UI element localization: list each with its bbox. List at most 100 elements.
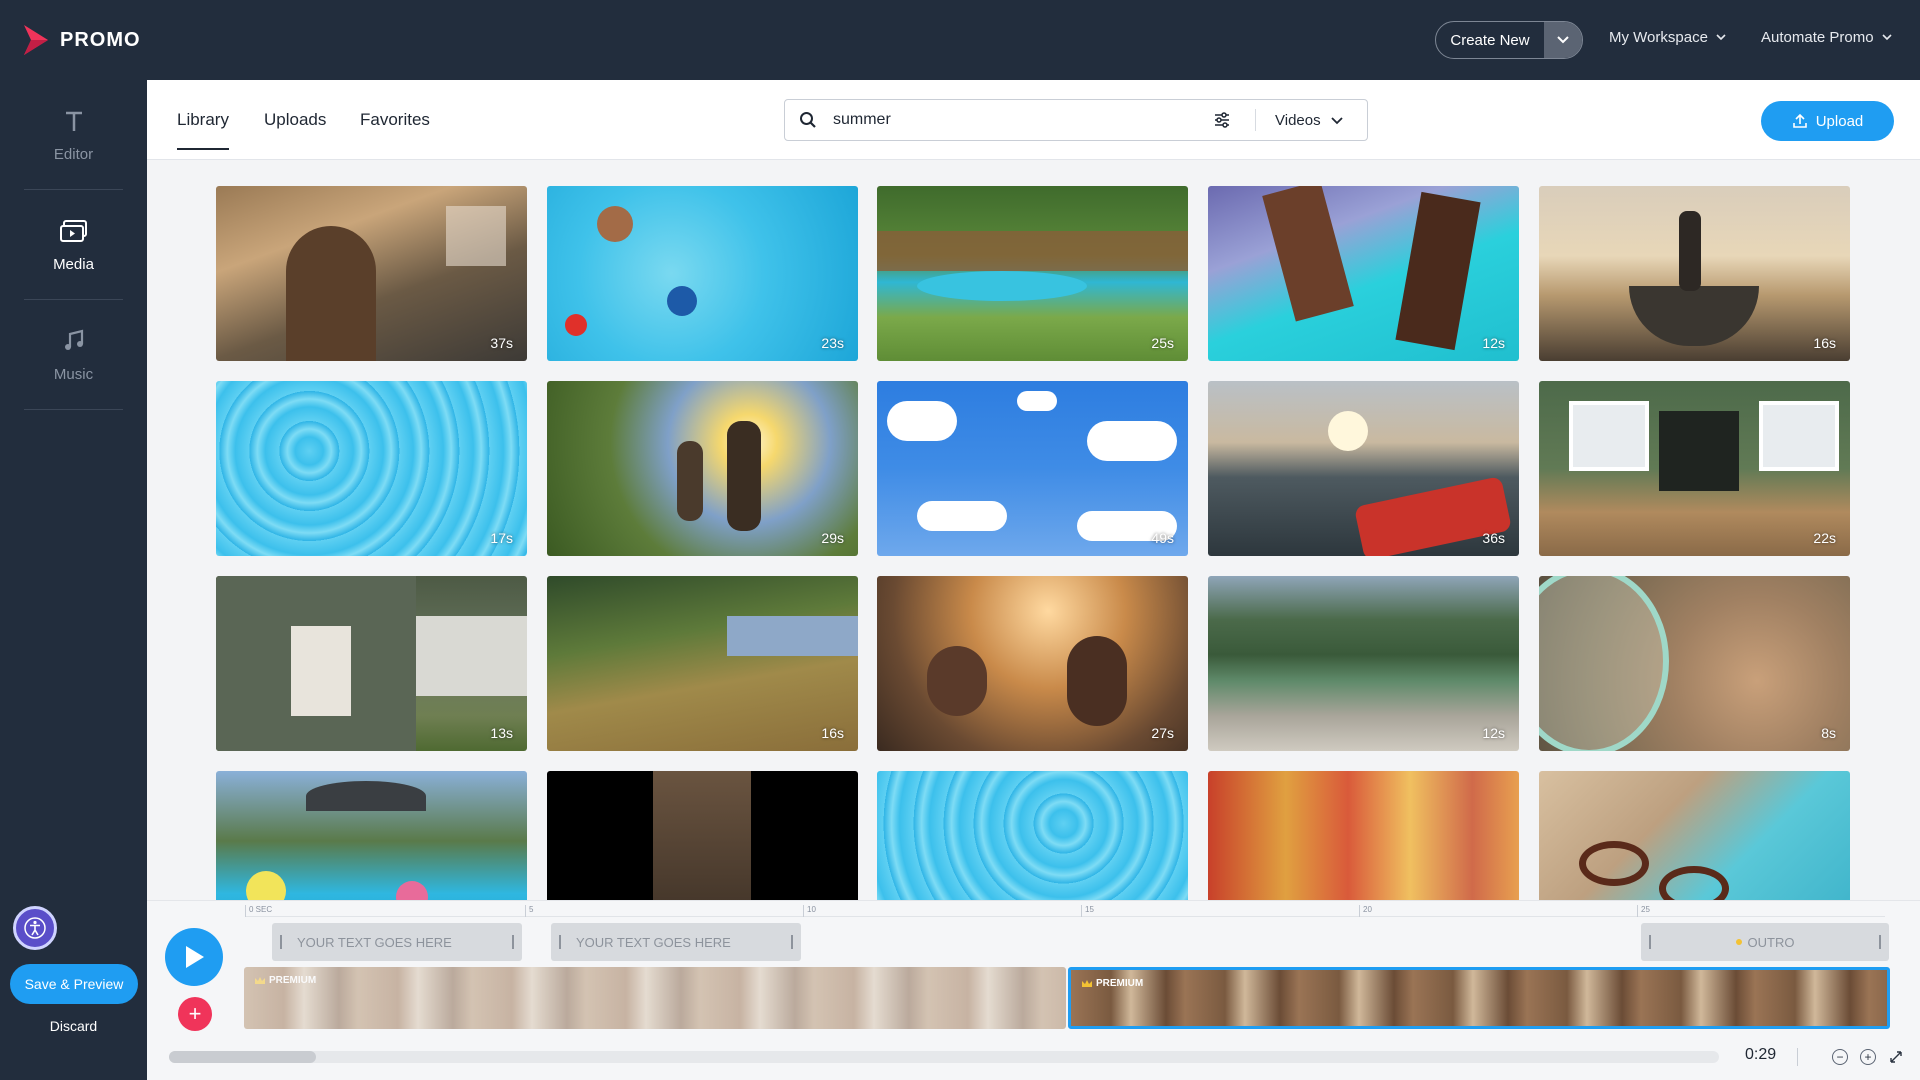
- brand-name: PROMO: [60, 28, 141, 51]
- duration-label: 16s: [1813, 335, 1836, 351]
- chevron-down-icon: [1716, 34, 1726, 41]
- save-preview-button[interactable]: Save & Preview: [10, 964, 138, 1004]
- clip-frames: [1071, 970, 1887, 1026]
- duration-label: 23s: [821, 335, 844, 351]
- accessibility-button[interactable]: [13, 906, 57, 950]
- ruler-tick: 5: [525, 905, 533, 917]
- media-thumbnail[interactable]: [547, 771, 858, 900]
- clip-frames: [244, 967, 1066, 1029]
- upload-label[interactable]: Upload: [1816, 113, 1864, 130]
- duration-label: 22s: [1813, 530, 1836, 546]
- sidebar-item-editor[interactable]: Editor: [24, 80, 123, 190]
- scrollbar-thumb[interactable]: [169, 1051, 317, 1063]
- media-thumbnail[interactable]: 17s: [216, 381, 527, 556]
- create-new-button[interactable]: Create New: [1435, 21, 1583, 59]
- create-new-label[interactable]: Create New: [1436, 22, 1544, 58]
- add-clip-button[interactable]: +: [178, 997, 212, 1031]
- search-input[interactable]: [833, 100, 1213, 140]
- text-clip[interactable]: YOUR TEXT GOES HERE: [272, 923, 522, 961]
- media-thumbnail[interactable]: 22s: [1539, 381, 1850, 556]
- outro-clip[interactable]: OUTRO: [1641, 923, 1889, 961]
- media-thumbnail[interactable]: 37s: [216, 186, 527, 361]
- media-type-value[interactable]: Videos: [1275, 112, 1321, 129]
- media-grid: 37s 23s 25s 12s 16s 17s 29s 49s 36s 22s …: [147, 160, 1920, 900]
- tab-library[interactable]: Library: [177, 110, 229, 150]
- logo[interactable]: PROMO: [22, 22, 141, 58]
- tab-favorites[interactable]: Favorites: [360, 110, 430, 130]
- media-thumbnail[interactable]: [877, 771, 1188, 900]
- music-icon: [59, 326, 89, 356]
- media-thumbnail[interactable]: 12s: [1208, 186, 1519, 361]
- divider: [1255, 109, 1256, 131]
- media-thumbnail[interactable]: 29s: [547, 381, 858, 556]
- sidebar-item-label: Editor: [53, 146, 94, 163]
- duration-label: 12s: [1482, 725, 1505, 741]
- top-bar: PROMO Create New My Workspace Automate P…: [0, 0, 1920, 80]
- drag-handle[interactable]: [1879, 935, 1881, 949]
- outro-dot-icon: [1735, 939, 1742, 945]
- search-icon[interactable]: [799, 111, 817, 134]
- media-icon: [59, 216, 89, 246]
- duration-label: 16s: [821, 725, 844, 741]
- media-thumbnail[interactable]: 13s: [216, 576, 527, 751]
- expand-icon[interactable]: [1888, 1049, 1904, 1065]
- video-clip-selected[interactable]: PREMIUM: [1068, 967, 1890, 1029]
- media-thumbnail[interactable]: 36s: [1208, 381, 1519, 556]
- automate-label[interactable]: Automate Promo: [1761, 29, 1874, 46]
- promo-logo-icon: [24, 25, 48, 55]
- media-thumbnail[interactable]: 16s: [547, 576, 858, 751]
- duration-label: 13s: [490, 725, 513, 741]
- sidebar-item-media[interactable]: Media: [24, 190, 123, 300]
- media-thumbnail[interactable]: 49s: [877, 381, 1188, 556]
- filter-icon[interactable]: [1213, 111, 1231, 134]
- zoom-in-icon[interactable]: +: [1860, 1049, 1876, 1065]
- upload-button[interactable]: Upload: [1761, 101, 1894, 141]
- media-thumbnail[interactable]: [1539, 771, 1850, 900]
- drag-handle[interactable]: [791, 935, 793, 949]
- time-ruler: 0 SEC 5 10 15 20 25: [245, 901, 1885, 917]
- media-thumbnail[interactable]: [216, 771, 527, 900]
- drag-handle[interactable]: [1649, 935, 1651, 949]
- discard-button[interactable]: Discard: [0, 1018, 147, 1034]
- accessibility-icon: [24, 917, 46, 939]
- zoom-out-icon[interactable]: −: [1832, 1049, 1848, 1065]
- chevron-down-icon: [1881, 34, 1892, 41]
- sidebar-item-label: Music: [53, 366, 94, 383]
- drag-handle[interactable]: [280, 935, 282, 949]
- ruler-tick: 0 SEC: [245, 905, 272, 917]
- media-thumbnail[interactable]: 16s: [1539, 186, 1850, 361]
- drag-handle[interactable]: [512, 935, 514, 949]
- duration-label: 25s: [1151, 335, 1174, 351]
- video-clip[interactable]: PREMIUM: [244, 967, 1066, 1029]
- tab-uploads[interactable]: Uploads: [264, 110, 326, 130]
- timeline-scrollbar[interactable]: [169, 1051, 1719, 1063]
- chevron-down-icon: [1330, 116, 1343, 124]
- workspace-label[interactable]: My Workspace: [1609, 29, 1708, 46]
- media-thumbnail[interactable]: 12s: [1208, 576, 1519, 751]
- automate-menu[interactable]: Automate Promo: [1761, 29, 1892, 46]
- media-thumbnail[interactable]: 25s: [877, 186, 1188, 361]
- drag-handle[interactable]: [559, 935, 561, 949]
- media-thumbnail[interactable]: [1208, 771, 1519, 900]
- crown-icon: [1082, 980, 1092, 987]
- duration-label: 12s: [1482, 335, 1505, 351]
- chevron-down-icon[interactable]: [1544, 22, 1582, 58]
- media-type-select[interactable]: Videos: [1275, 112, 1343, 129]
- sidebar-item-music[interactable]: Music: [24, 300, 123, 410]
- duration-label: 37s: [490, 335, 513, 351]
- text-icon: [59, 106, 89, 136]
- media-thumbnail[interactable]: 23s: [547, 186, 858, 361]
- text-clip-label: YOUR TEXT GOES HERE: [576, 934, 731, 950]
- media-thumbnail[interactable]: 27s: [877, 576, 1188, 751]
- sidebar-item-label: Media: [53, 256, 94, 273]
- search-box: Videos: [784, 99, 1368, 141]
- crown-icon: [255, 977, 265, 984]
- divider: [1797, 1048, 1798, 1066]
- duration-label: 29s: [821, 530, 844, 546]
- text-clip[interactable]: YOUR TEXT GOES HERE: [551, 923, 801, 961]
- sidebar: Editor Media Music Save & Preview Discar…: [0, 80, 147, 1080]
- media-thumbnail[interactable]: 8s: [1539, 576, 1850, 751]
- ruler-tick: 10: [803, 905, 816, 917]
- play-button[interactable]: [165, 928, 223, 986]
- workspace-menu[interactable]: My Workspace: [1609, 29, 1726, 46]
